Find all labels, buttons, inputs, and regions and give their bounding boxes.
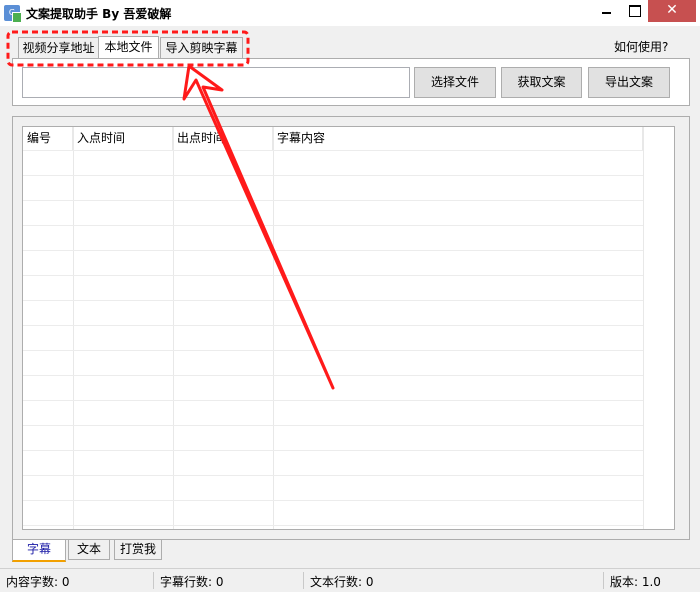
row-divider [23,175,643,176]
tab-video-share-url[interactable]: 视频分享地址 [18,37,99,59]
status-content-chars: 内容字数: 0 [6,575,70,589]
status-divider [603,572,604,589]
tab-import-jianying-subtitle[interactable]: 导入剪映字幕 [160,37,243,59]
row-divider [23,200,643,201]
column-divider [173,127,174,529]
row-divider [23,300,643,301]
status-divider [303,572,304,589]
column-divider [273,127,274,529]
tab-donate[interactable]: 打赏我 [114,540,162,560]
minimize-button[interactable] [592,0,620,22]
column-header-in-time[interactable]: 入点时间 [73,127,173,150]
row-divider [23,350,643,351]
status-text-lines: 文本行数: 0 [310,575,374,589]
row-divider [23,475,643,476]
close-icon: ✕ [666,2,678,18]
status-version: 版本: 1.0 [610,575,661,589]
row-divider [23,275,643,276]
column-divider [73,127,74,529]
subtitle-table[interactable]: 编号 入点时间 出点时间 字幕内容 [22,126,675,530]
maximize-button[interactable] [620,0,648,22]
tab-subtitle[interactable]: 字幕 [12,540,66,562]
select-file-button[interactable]: 选择文件 [414,67,496,98]
column-divider [643,127,644,529]
column-header-out-time[interactable]: 出点时间 [173,127,273,150]
row-divider [23,325,643,326]
row-divider [23,525,643,526]
tab-text[interactable]: 文本 [68,540,110,560]
row-divider [23,150,643,151]
get-text-button[interactable]: 获取文案 [501,67,582,98]
app-window: G 文案提取助手 By 吾爱破解 ✕ 视频分享地址 本地文件 导入剪映字幕 如何… [0,0,700,592]
file-path-input[interactable] [22,67,410,98]
close-button[interactable]: ✕ [648,0,696,22]
status-divider [153,572,154,589]
help-link[interactable]: 如何使用? [614,38,668,55]
table-header: 编号 入点时间 出点时间 字幕内容 [23,127,674,150]
row-divider [23,400,643,401]
app-icon: G [4,5,22,23]
tab-local-file[interactable]: 本地文件 [98,36,159,60]
status-subtitle-lines: 字幕行数: 0 [160,575,224,589]
row-divider [23,250,643,251]
title-bar: G 文案提取助手 By 吾爱破解 ✕ [0,0,700,26]
column-header-subtitle-content[interactable]: 字幕内容 [273,127,643,150]
row-divider [23,450,643,451]
export-text-button[interactable]: 导出文案 [588,67,670,98]
row-divider [23,425,643,426]
status-bar: 内容字数: 0 字幕行数: 0 文本行数: 0 版本: 1.0 [0,568,700,592]
column-header-number[interactable]: 编号 [23,127,73,150]
row-divider [23,500,643,501]
row-divider [23,225,643,226]
row-divider [23,375,643,376]
window-title: 文案提取助手 By 吾爱破解 [26,7,172,21]
